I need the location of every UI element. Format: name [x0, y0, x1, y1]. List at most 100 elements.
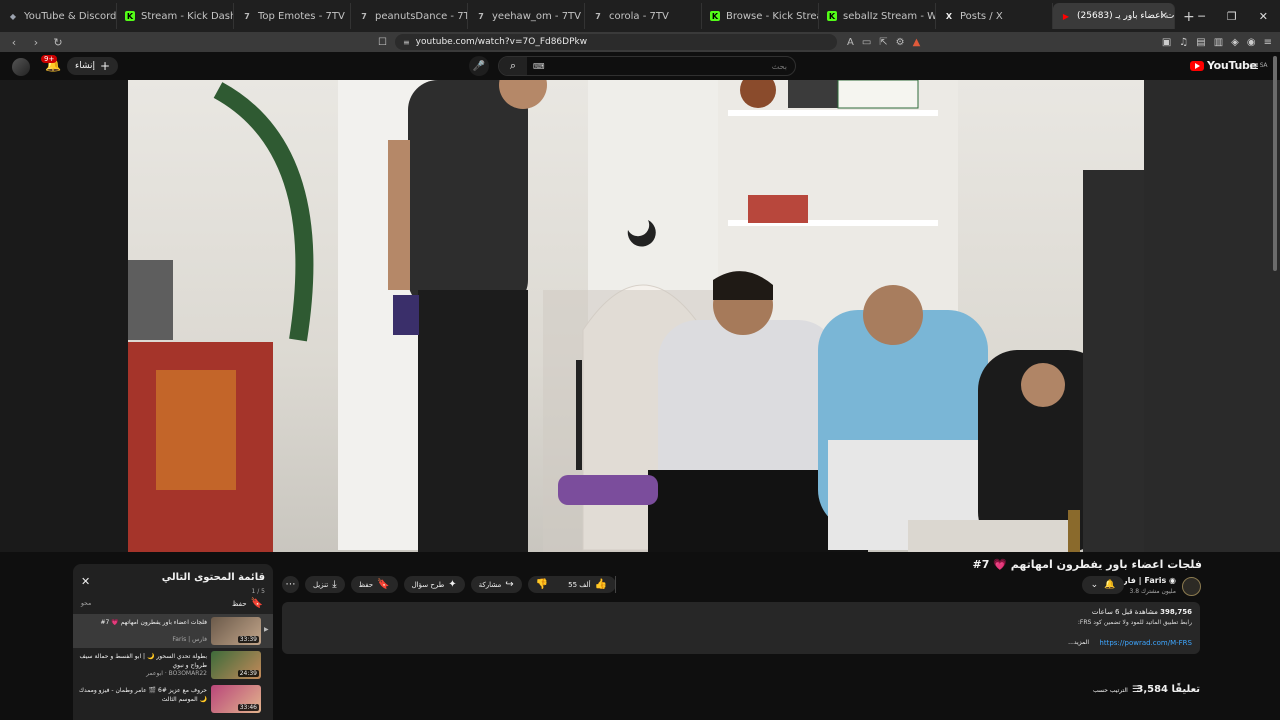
- close-icon[interactable]: ✕: [81, 575, 90, 588]
- guide-menu-icon[interactable]: ≡: [1249, 59, 1259, 73]
- video-frame[interactable]: [128, 80, 1144, 552]
- site-info-icon[interactable]: ≡: [403, 38, 410, 47]
- url-text: youtube.com/watch?v=7O_Fd86DPkw: [415, 37, 588, 47]
- playlist-thumbnail: 24:39: [211, 651, 261, 679]
- description-line: رابط تطبيق الماتيد للمود ولا تضمين كود F…: [1077, 619, 1192, 626]
- extension-icon[interactable]: ⚙: [896, 37, 905, 48]
- create-button[interactable]: إنشاء +: [67, 57, 119, 75]
- more-actions-button[interactable]: ⋯: [282, 576, 299, 593]
- view-count: 398,756: [1160, 608, 1192, 616]
- sparkle-icon: ✦: [448, 579, 457, 590]
- bell-icon: 🔔: [1104, 580, 1116, 590]
- music-icon[interactable]: ♫: [1179, 37, 1188, 48]
- duration-badge: 33:39: [237, 636, 259, 643]
- ask-button[interactable]: طرح سؤال ✦: [403, 576, 465, 593]
- dislike-icon[interactable]: 👎: [528, 579, 556, 590]
- browser-tab[interactable]: K Browse - Kick Streaming: [702, 3, 819, 29]
- playlist-save-label: حفظ: [232, 599, 247, 608]
- playlist-clear-button[interactable]: محو: [81, 600, 91, 607]
- channel-avatar[interactable]: [1182, 577, 1201, 596]
- address-row: ‹ › ↻ ☐ ≡ youtube.com/watch?v=7O_Fd86DPk…: [0, 32, 1280, 52]
- save-button[interactable]: حفظ 🔖: [350, 576, 398, 593]
- playlist-item[interactable]: 33:46 حروف مع عزيز #6 🎬 عامر وطمان - فيز…: [73, 682, 273, 716]
- forward-icon[interactable]: ›: [28, 36, 44, 49]
- share-icon[interactable]: ⇱: [879, 37, 887, 48]
- download-icon: ⤓: [332, 579, 337, 590]
- chevron-down-icon: ⌄: [1090, 580, 1099, 590]
- youtube-icon: ▶: [1062, 11, 1070, 21]
- restore-icon[interactable]: ❐: [1227, 10, 1237, 23]
- comment-count: 3,584 تعليقًا: [1136, 684, 1200, 695]
- watch-metadata: فلجات اعضاء باور يفطرون امهاتهم 💗 7# فار…: [0, 552, 1280, 720]
- address-actions: A ▭ ⇱ ⚙ ▲: [847, 37, 920, 48]
- browser-tab[interactable]: 7 Top Emotes - 7TV: [234, 3, 351, 29]
- reload-icon[interactable]: ↻: [50, 36, 66, 49]
- sort-comments-button[interactable]: الترتيب حسب ☰: [1093, 685, 1140, 695]
- search-input[interactable]: [544, 61, 795, 71]
- playlist-item[interactable]: 24:39 بطولة تحدي السحور 🌙 | ابو الفسط و …: [73, 648, 273, 682]
- region-code: SA: [1259, 62, 1268, 69]
- plus-icon: +: [100, 59, 111, 73]
- browser-tab[interactable]: 7 peanutsDance - 7TV: [351, 3, 468, 29]
- playlist-item-title: فلجات اعضاء باور يفطرون امهاتهم 💗 7#: [100, 619, 207, 626]
- description-link[interactable]: https://powrad.com/M-FRS: [1099, 639, 1192, 647]
- notification-badge: 9+: [41, 55, 58, 63]
- browser-tab[interactable]: KsebalIz Stream - Watch Live on Kick: [819, 3, 936, 29]
- tab-close-icon[interactable]: ✕: [1160, 11, 1168, 22]
- search-button[interactable]: ⌕: [499, 57, 527, 75]
- minimize-icon[interactable]: ─: [1198, 10, 1205, 23]
- new-tab-icon[interactable]: +: [1183, 9, 1195, 25]
- video-player[interactable]: [0, 80, 1280, 552]
- subscriber-count: 3.8 مليون مشترك: [1129, 588, 1176, 595]
- like-dislike-group: 👎 55 ألف 👍: [527, 576, 617, 593]
- more-icon: ⋯: [285, 579, 296, 590]
- browser-tab[interactable]: 7 yeehaw_om - 7TV: [468, 3, 585, 29]
- page-scrollbar[interactable]: [1272, 52, 1278, 720]
- browser-tab-active[interactable]: ▶(25683) فلجات اعضاء باور يـ✕: [1053, 3, 1175, 29]
- bookmark-icon[interactable]: ☐: [378, 37, 387, 48]
- bookmark-icon: 🔖: [250, 598, 263, 609]
- 7tv-icon: 7: [478, 11, 484, 21]
- voice-search-icon[interactable]: 🎤: [469, 56, 489, 76]
- x-icon: X: [945, 11, 953, 21]
- account-avatar[interactable]: [12, 58, 30, 76]
- description-box[interactable]: 398,756 مشاهدة قبل 6 ساعات رابط تطبيق ال…: [282, 602, 1200, 654]
- subscribed-button[interactable]: ⌄ 🔔: [1082, 576, 1124, 594]
- playlist-item-channel: فارس | Faris: [172, 636, 207, 643]
- vpn-icon[interactable]: ◈: [1231, 37, 1239, 48]
- browser-tab[interactable]: K Stream - Kick Dashboard: [117, 3, 234, 29]
- browser-tab[interactable]: 7 corola - 7TV: [585, 3, 702, 29]
- playlist-item-channel: BO3OMAR22 · ابوعمر: [146, 670, 207, 677]
- cast-icon[interactable]: ▭: [862, 37, 871, 48]
- close-window-icon[interactable]: ✕: [1259, 10, 1268, 23]
- toolbar-extensions: ▣ ♫ ▤ ▥ ◈ ◉ ≡: [1162, 37, 1272, 48]
- playlist-panel: ✕ قائمة المحتوى التالي 1 / 5 حفظ 🔖 محو ▶ …: [73, 564, 273, 720]
- show-more-link[interactable]: ...المزيد: [1068, 639, 1089, 646]
- share-button[interactable]: مشاركة ↪: [470, 576, 522, 593]
- keyboard-icon[interactable]: ⌨: [533, 62, 545, 71]
- browser-tab[interactable]: ◆ YouTube & Discord | بوت الدرشة: [0, 3, 117, 29]
- playlist-item[interactable]: ▶ 33:39 فلجات اعضاء باور يفطرون امهاتهم …: [73, 614, 273, 648]
- wallet-icon[interactable]: ▥: [1214, 37, 1223, 48]
- menu-icon[interactable]: ≡: [1264, 37, 1272, 48]
- search-icon: ⌕: [509, 59, 517, 72]
- sidebar-icon[interactable]: ▣: [1162, 37, 1171, 48]
- youtube-play-icon: [1190, 60, 1204, 71]
- back-icon[interactable]: ‹: [6, 36, 22, 49]
- tab-label: peanutsDance - 7TV: [375, 10, 468, 22]
- tab-label: Posts / X: [960, 10, 1003, 22]
- like-button[interactable]: 55 ألف 👍: [560, 576, 617, 593]
- like-icon: 👍: [594, 579, 608, 590]
- playlist-save-button[interactable]: حفظ 🔖: [232, 598, 263, 609]
- duration-badge: 33:46: [237, 704, 259, 711]
- reading-icon[interactable]: ▤: [1196, 37, 1205, 48]
- shield-icon[interactable]: ▲: [913, 37, 921, 48]
- browser-tab[interactable]: X Posts / X: [936, 3, 1053, 29]
- profile-icon[interactable]: ◉: [1247, 37, 1256, 48]
- download-button[interactable]: تنزيل ⤓: [305, 576, 345, 593]
- tab-strip: ◆ YouTube & Discord | بوت الدرشة K Stream …: [0, 0, 1280, 32]
- save-label: حفظ: [358, 580, 374, 589]
- translate-icon[interactable]: A: [847, 37, 854, 48]
- address-bar[interactable]: ≡ youtube.com/watch?v=7O_Fd86DPkw: [394, 34, 837, 50]
- scrollbar-thumb[interactable]: [1273, 56, 1277, 271]
